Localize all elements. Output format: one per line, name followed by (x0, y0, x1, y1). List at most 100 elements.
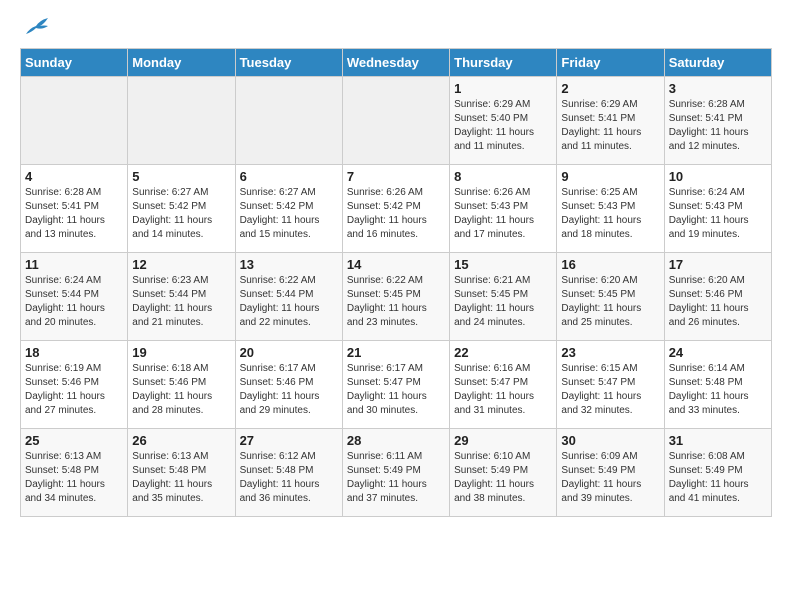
sunrise-label: Sunrise: 6:20 AM (669, 275, 745, 286)
calendar-cell-7: 7 Sunrise: 6:26 AM Sunset: 5:42 PM Dayli… (342, 165, 449, 253)
weekday-header-wednesday: Wednesday (342, 49, 449, 77)
sunset-label: Sunset: 5:41 PM (561, 113, 635, 124)
week-row-2: 4 Sunrise: 6:28 AM Sunset: 5:41 PM Dayli… (21, 165, 772, 253)
sunrise-label: Sunrise: 6:13 AM (132, 451, 208, 462)
calendar-cell-13: 13 Sunrise: 6:22 AM Sunset: 5:44 PM Dayl… (235, 253, 342, 341)
sunrise-label: Sunrise: 6:29 AM (454, 99, 530, 110)
calendar-cell-27: 27 Sunrise: 6:12 AM Sunset: 5:48 PM Dayl… (235, 429, 342, 517)
calendar-cell-23: 23 Sunrise: 6:15 AM Sunset: 5:47 PM Dayl… (557, 341, 664, 429)
sunset-label: Sunset: 5:47 PM (454, 377, 528, 388)
sunset-label: Sunset: 5:47 PM (347, 377, 421, 388)
day-number: 6 (240, 169, 338, 184)
day-number: 28 (347, 433, 445, 448)
sunset-label: Sunset: 5:44 PM (132, 289, 206, 300)
calendar-cell-1: 1 Sunrise: 6:29 AM Sunset: 5:40 PM Dayli… (450, 77, 557, 165)
sunrise-label: Sunrise: 6:12 AM (240, 451, 316, 462)
sunrise-label: Sunrise: 6:11 AM (347, 451, 422, 462)
sunset-label: Sunset: 5:43 PM (561, 201, 635, 212)
sunrise-label: Sunrise: 6:21 AM (454, 275, 530, 286)
sunrise-label: Sunrise: 6:24 AM (669, 187, 745, 198)
day-number: 1 (454, 81, 552, 96)
calendar-cell-5: 5 Sunrise: 6:27 AM Sunset: 5:42 PM Dayli… (128, 165, 235, 253)
day-number: 21 (347, 345, 445, 360)
cell-details: Sunrise: 6:29 AM Sunset: 5:41 PM Dayligh… (561, 98, 659, 154)
calendar-cell-21: 21 Sunrise: 6:17 AM Sunset: 5:47 PM Dayl… (342, 341, 449, 429)
week-row-5: 25 Sunrise: 6:13 AM Sunset: 5:48 PM Dayl… (21, 429, 772, 517)
day-number: 11 (25, 257, 123, 272)
daylight-label: Daylight: 11 hours and 22 minutes. (240, 303, 320, 328)
cell-details: Sunrise: 6:20 AM Sunset: 5:46 PM Dayligh… (669, 274, 767, 330)
sunset-label: Sunset: 5:47 PM (561, 377, 635, 388)
daylight-label: Daylight: 11 hours and 20 minutes. (25, 303, 105, 328)
daylight-label: Daylight: 11 hours and 31 minutes. (454, 391, 534, 416)
sunset-label: Sunset: 5:49 PM (454, 465, 528, 476)
sunrise-label: Sunrise: 6:17 AM (347, 363, 423, 374)
cell-details: Sunrise: 6:13 AM Sunset: 5:48 PM Dayligh… (25, 450, 123, 506)
cell-details: Sunrise: 6:08 AM Sunset: 5:49 PM Dayligh… (669, 450, 767, 506)
sunrise-label: Sunrise: 6:29 AM (561, 99, 637, 110)
cell-details: Sunrise: 6:09 AM Sunset: 5:49 PM Dayligh… (561, 450, 659, 506)
calendar-cell-20: 20 Sunrise: 6:17 AM Sunset: 5:46 PM Dayl… (235, 341, 342, 429)
calendar-cell-18: 18 Sunrise: 6:19 AM Sunset: 5:46 PM Dayl… (21, 341, 128, 429)
daylight-label: Daylight: 11 hours and 12 minutes. (669, 127, 749, 152)
week-row-1: 1 Sunrise: 6:29 AM Sunset: 5:40 PM Dayli… (21, 77, 772, 165)
sunrise-label: Sunrise: 6:15 AM (561, 363, 637, 374)
daylight-label: Daylight: 11 hours and 19 minutes. (669, 215, 749, 240)
calendar-cell-25: 25 Sunrise: 6:13 AM Sunset: 5:48 PM Dayl… (21, 429, 128, 517)
day-number: 3 (669, 81, 767, 96)
cell-details: Sunrise: 6:12 AM Sunset: 5:48 PM Dayligh… (240, 450, 338, 506)
day-number: 2 (561, 81, 659, 96)
cell-details: Sunrise: 6:10 AM Sunset: 5:49 PM Dayligh… (454, 450, 552, 506)
day-number: 20 (240, 345, 338, 360)
day-number: 23 (561, 345, 659, 360)
calendar-cell-24: 24 Sunrise: 6:14 AM Sunset: 5:48 PM Dayl… (664, 341, 771, 429)
sunset-label: Sunset: 5:46 PM (669, 289, 743, 300)
calendar-cell-empty (235, 77, 342, 165)
daylight-label: Daylight: 11 hours and 27 minutes. (25, 391, 105, 416)
calendar-cell-22: 22 Sunrise: 6:16 AM Sunset: 5:47 PM Dayl… (450, 341, 557, 429)
calendar-cell-16: 16 Sunrise: 6:20 AM Sunset: 5:45 PM Dayl… (557, 253, 664, 341)
calendar-cell-15: 15 Sunrise: 6:21 AM Sunset: 5:45 PM Dayl… (450, 253, 557, 341)
sunrise-label: Sunrise: 6:14 AM (669, 363, 745, 374)
day-number: 18 (25, 345, 123, 360)
day-number: 16 (561, 257, 659, 272)
day-number: 31 (669, 433, 767, 448)
day-number: 27 (240, 433, 338, 448)
calendar-cell-28: 28 Sunrise: 6:11 AM Sunset: 5:49 PM Dayl… (342, 429, 449, 517)
sunset-label: Sunset: 5:48 PM (132, 465, 206, 476)
daylight-label: Daylight: 11 hours and 11 minutes. (454, 127, 534, 152)
sunset-label: Sunset: 5:41 PM (25, 201, 99, 212)
cell-details: Sunrise: 6:20 AM Sunset: 5:45 PM Dayligh… (561, 274, 659, 330)
daylight-label: Daylight: 11 hours and 11 minutes. (561, 127, 641, 152)
day-number: 29 (454, 433, 552, 448)
cell-details: Sunrise: 6:26 AM Sunset: 5:42 PM Dayligh… (347, 186, 445, 242)
sunset-label: Sunset: 5:46 PM (240, 377, 314, 388)
cell-details: Sunrise: 6:25 AM Sunset: 5:43 PM Dayligh… (561, 186, 659, 242)
page-header (20, 20, 772, 38)
calendar-cell-10: 10 Sunrise: 6:24 AM Sunset: 5:43 PM Dayl… (664, 165, 771, 253)
calendar-table: SundayMondayTuesdayWednesdayThursdayFrid… (20, 48, 772, 517)
cell-details: Sunrise: 6:29 AM Sunset: 5:40 PM Dayligh… (454, 98, 552, 154)
cell-details: Sunrise: 6:27 AM Sunset: 5:42 PM Dayligh… (132, 186, 230, 242)
sunset-label: Sunset: 5:44 PM (25, 289, 99, 300)
day-number: 24 (669, 345, 767, 360)
cell-details: Sunrise: 6:26 AM Sunset: 5:43 PM Dayligh… (454, 186, 552, 242)
daylight-label: Daylight: 11 hours and 24 minutes. (454, 303, 534, 328)
calendar-cell-4: 4 Sunrise: 6:28 AM Sunset: 5:41 PM Dayli… (21, 165, 128, 253)
calendar-cell-31: 31 Sunrise: 6:08 AM Sunset: 5:49 PM Dayl… (664, 429, 771, 517)
calendar-cell-empty (21, 77, 128, 165)
calendar-cell-12: 12 Sunrise: 6:23 AM Sunset: 5:44 PM Dayl… (128, 253, 235, 341)
daylight-label: Daylight: 11 hours and 13 minutes. (25, 215, 105, 240)
daylight-label: Daylight: 11 hours and 23 minutes. (347, 303, 427, 328)
cell-details: Sunrise: 6:23 AM Sunset: 5:44 PM Dayligh… (132, 274, 230, 330)
week-row-4: 18 Sunrise: 6:19 AM Sunset: 5:46 PM Dayl… (21, 341, 772, 429)
sunset-label: Sunset: 5:49 PM (347, 465, 421, 476)
day-number: 15 (454, 257, 552, 272)
day-number: 26 (132, 433, 230, 448)
weekday-header-saturday: Saturday (664, 49, 771, 77)
daylight-label: Daylight: 11 hours and 34 minutes. (25, 479, 105, 504)
day-number: 25 (25, 433, 123, 448)
sunrise-label: Sunrise: 6:25 AM (561, 187, 637, 198)
day-number: 17 (669, 257, 767, 272)
sunrise-label: Sunrise: 6:26 AM (454, 187, 530, 198)
